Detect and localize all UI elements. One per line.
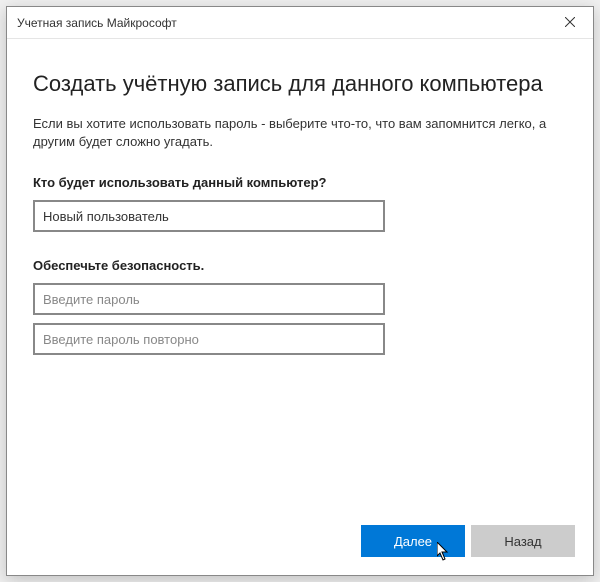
account-dialog: Учетная запись Майкрософт Создать учётну… [6, 6, 594, 576]
password-confirm-input[interactable] [33, 323, 385, 355]
back-button[interactable]: Назад [471, 525, 575, 557]
next-button[interactable]: Далее [361, 525, 465, 557]
password-section-label: Обеспечьте безопасность. [33, 258, 567, 273]
dialog-footer: Далее Назад [7, 511, 593, 575]
dialog-content: Создать учётную запись для данного компь… [7, 39, 593, 511]
window-title: Учетная запись Майкрософт [17, 16, 177, 30]
page-description: Если вы хотите использовать пароль - выб… [33, 115, 567, 151]
username-section-label: Кто будет использовать данный компьютер? [33, 175, 567, 190]
password-input[interactable] [33, 283, 385, 315]
username-input[interactable] [33, 200, 385, 232]
page-heading: Создать учётную запись для данного компь… [33, 71, 567, 97]
close-icon [565, 14, 575, 32]
close-button[interactable] [547, 7, 593, 39]
titlebar: Учетная запись Майкрософт [7, 7, 593, 39]
